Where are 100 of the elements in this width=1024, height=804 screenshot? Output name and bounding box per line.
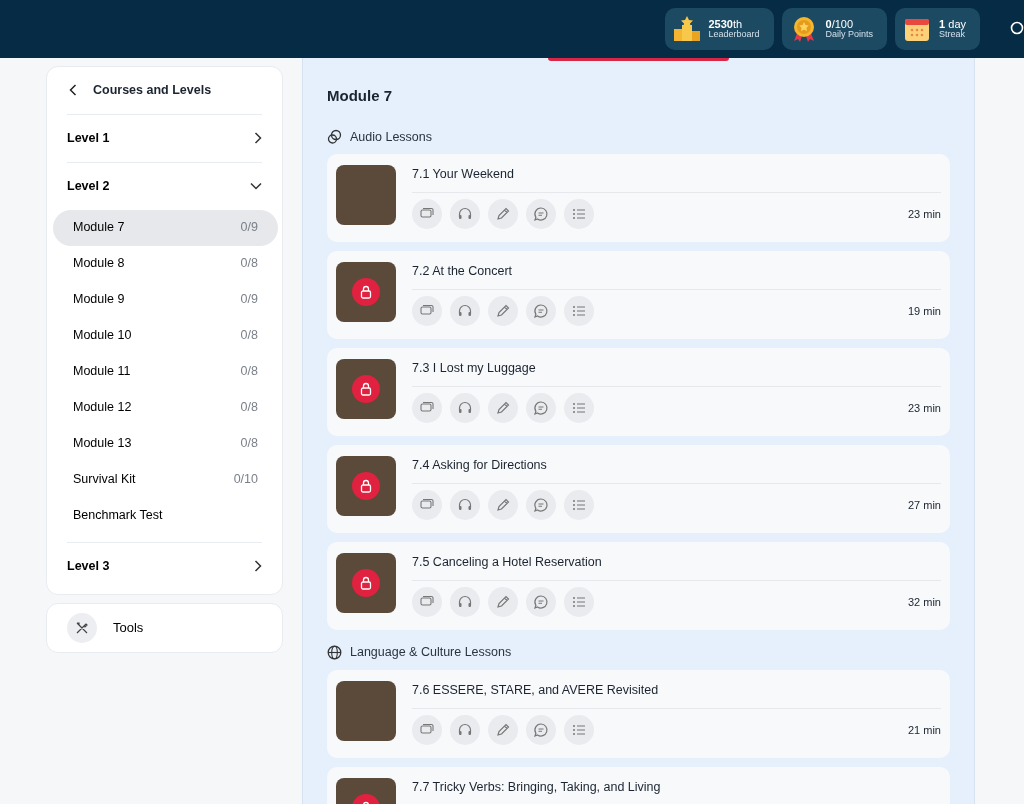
module-item[interactable]: Module 11 0/8 (53, 353, 278, 390)
chat-icon (533, 206, 549, 222)
lesson-duration: 23 min (907, 400, 941, 416)
module-item[interactable]: Module 9 0/9 (53, 281, 278, 318)
lesson-title: 7.3 I Lost my Luggage (412, 360, 537, 378)
module-item[interactable]: Module 7 0/9 (53, 209, 278, 246)
lesson-duration: 19 min (907, 303, 941, 319)
globe-icon (327, 645, 342, 661)
chat-icon (533, 497, 549, 513)
module-item[interactable]: Benchmark Test (53, 497, 278, 534)
list-icon (571, 206, 587, 222)
podium-icon (672, 15, 701, 43)
pencil-icon (495, 303, 511, 319)
module-title: Module 7 (327, 86, 392, 106)
activity-button[interactable] (488, 714, 518, 745)
chat-icon (533, 594, 549, 610)
activity-button[interactable] (488, 296, 518, 326)
level-header[interactable]: Level 1 (47, 114, 282, 162)
lesson-card[interactable]: 7.4 Asking for Directions 27 min (327, 445, 950, 534)
stat-value: 2530th (708, 18, 744, 30)
lesson-card[interactable]: 7.3 I Lost my Luggage 23 min (327, 348, 950, 437)
chat-icon (533, 721, 549, 738)
headphones-icon (457, 497, 473, 513)
lesson-card[interactable]: 7.6 ESSERE, STARE, and AVERE Revisited 21 min (327, 670, 950, 758)
section-title: Audio Lessons (350, 128, 432, 146)
module-item[interactable]: Module 10 0/8 (53, 317, 278, 354)
activity-button[interactable] (564, 714, 594, 745)
activity-button[interactable] (526, 490, 556, 520)
pencil-icon (495, 594, 511, 610)
chat-icon (533, 303, 549, 319)
activity-button[interactable] (450, 714, 480, 745)
activity-button[interactable] (526, 714, 556, 745)
lesson-title: 7.7 Tricky Verbs: Bringing, Taking, and Living (412, 779, 662, 796)
activity-button[interactable] (450, 490, 480, 520)
activity-button[interactable] (488, 587, 518, 617)
activity-button[interactable] (412, 296, 442, 326)
headphones-icon (457, 594, 473, 610)
photo-placeholder (336, 165, 396, 226)
photo-placeholder (336, 681, 396, 741)
activity-button[interactable] (564, 587, 594, 617)
activity-button[interactable] (412, 714, 442, 745)
list-icon (571, 497, 587, 513)
module-item[interactable]: Module 13 0/8 (53, 425, 278, 462)
activity-button[interactable] (564, 490, 594, 520)
list-icon (571, 303, 587, 319)
back-chevron-icon[interactable] (69, 84, 77, 97)
activity-button[interactable] (412, 199, 442, 229)
lesson-card[interactable]: 7.7 Tricky Verbs: Bringing, Taking, and Living (327, 767, 950, 804)
tools-button[interactable]: Tools (46, 602, 283, 653)
level-header[interactable]: Level 2 (47, 162, 282, 210)
pencil-icon (495, 497, 511, 513)
activity-button[interactable] (450, 296, 480, 326)
activity-button[interactable] (450, 393, 480, 423)
activity-button[interactable] (412, 587, 442, 617)
lesson-card[interactable]: 7.2 At the Concert 19 min (327, 251, 950, 340)
activity-button[interactable] (450, 587, 480, 617)
activity-button[interactable] (450, 199, 480, 229)
list-icon (571, 594, 587, 610)
list-icon (571, 400, 587, 416)
level-header[interactable]: Level 3 (47, 542, 282, 590)
activity-button[interactable] (564, 199, 594, 229)
stat-button[interactable]: 2530th Leaderboard (664, 8, 774, 50)
activity-button[interactable] (526, 587, 556, 617)
activity-button[interactable] (564, 393, 594, 423)
lesson-title: 7.2 At the Concert (412, 263, 514, 281)
headphones-icon (457, 400, 473, 416)
stat-button[interactable]: 1 day Streak (895, 8, 980, 50)
stat-button[interactable]: 0/100 Daily Points (781, 8, 888, 50)
lesson-title: 7.4 Asking for Directions (412, 457, 548, 475)
module-item[interactable]: Module 8 0/8 (53, 245, 278, 282)
activity-button[interactable] (488, 393, 518, 423)
lesson-card[interactable]: 7.1 Your Weekend 23 min (327, 154, 950, 243)
headphones-icon (457, 206, 473, 222)
headphones-icon (457, 303, 473, 319)
activity-button[interactable] (412, 490, 442, 520)
module-item[interactable]: Survival Kit 0/10 (53, 461, 278, 498)
sidebar-title: Courses and Levels (93, 82, 212, 99)
stat-label: Streak (939, 30, 966, 40)
module-item[interactable]: Module 12 0/8 (53, 389, 278, 426)
pencil-icon (495, 721, 511, 738)
lesson-title: 7.6 ESSERE, STARE, and AVERE Revisited (412, 682, 660, 699)
lesson-duration: 32 min (907, 594, 941, 610)
pencil-icon (495, 206, 511, 222)
activity-button[interactable] (412, 393, 442, 423)
pencil-icon (495, 400, 511, 416)
headphones-icon (457, 721, 473, 738)
activity-button[interactable] (526, 199, 556, 229)
activity-button[interactable] (526, 296, 556, 326)
activity-button[interactable] (488, 490, 518, 520)
lesson-card[interactable]: 7.5 Canceling a Hotel Reservation 32 min (327, 542, 950, 631)
lesson-title: 7.5 Canceling a Hotel Reservation (412, 554, 603, 572)
lesson-title: 7.1 Your Weekend (412, 166, 515, 184)
chat-icon (533, 400, 549, 416)
stat-label: Leaderboard (708, 30, 760, 40)
activity-button[interactable] (488, 199, 518, 229)
activity-button[interactable] (526, 393, 556, 423)
chevron-right-icon (254, 560, 262, 573)
activity-button[interactable] (564, 296, 594, 326)
stat-label: Daily Points (825, 30, 874, 40)
lesson-duration: 23 min (907, 206, 941, 222)
